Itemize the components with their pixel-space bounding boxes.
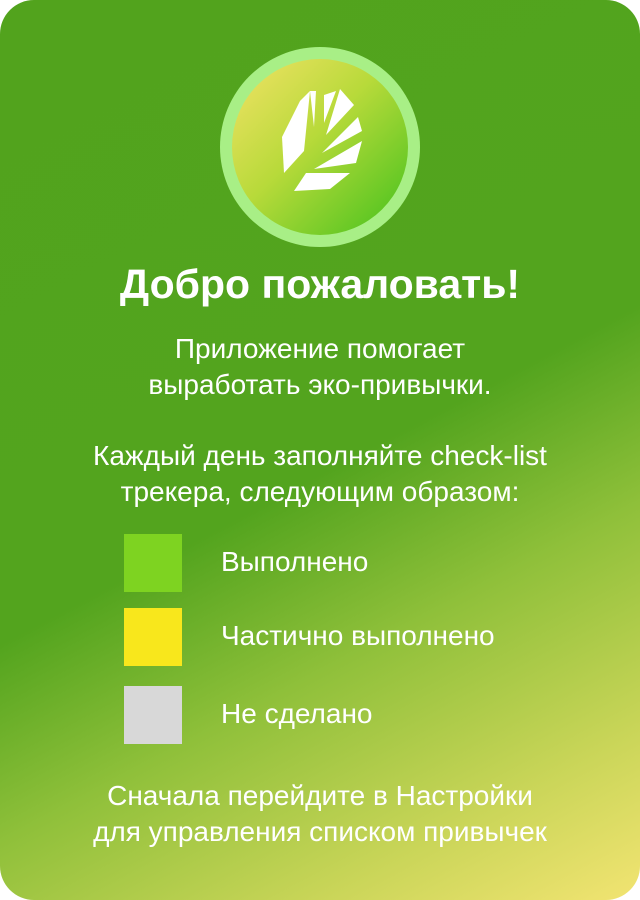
leaf-icon [282,89,362,191]
instruction-line-1: Каждый день заполняйте check-list [93,440,547,471]
footer-text: Сначала перейдите в Настройки для управл… [0,778,640,850]
welcome-title: Добро пожаловать! [119,261,521,307]
instruction-text: Каждый день заполняйте check-list трекер… [0,438,640,510]
legend-swatch-done [124,534,182,592]
intro-line-1: Приложение помогает [174,333,466,364]
legend-swatch-not-done [124,686,182,744]
legend-label-done: Выполнено [221,546,369,577]
intro-line-2: выработать эко-привычки. [148,369,492,400]
legend-label-partial: Частично выполнено [221,620,495,651]
legend-swatch-partial [124,608,182,666]
intro-text: Приложение помогает выработать эко-привы… [0,331,640,403]
legend-label-not-done: Не сделано [221,698,373,729]
welcome-card: Добро пожаловать! Приложение помогает вы… [0,0,640,900]
app-logo [220,47,420,247]
footer-line-2: для управления списком привычек [93,816,547,847]
instruction-line-2: трекера, следующим образом: [120,476,520,507]
logo-circle [232,59,408,235]
footer-line-1: Сначала перейдите в Настройки [107,780,533,811]
